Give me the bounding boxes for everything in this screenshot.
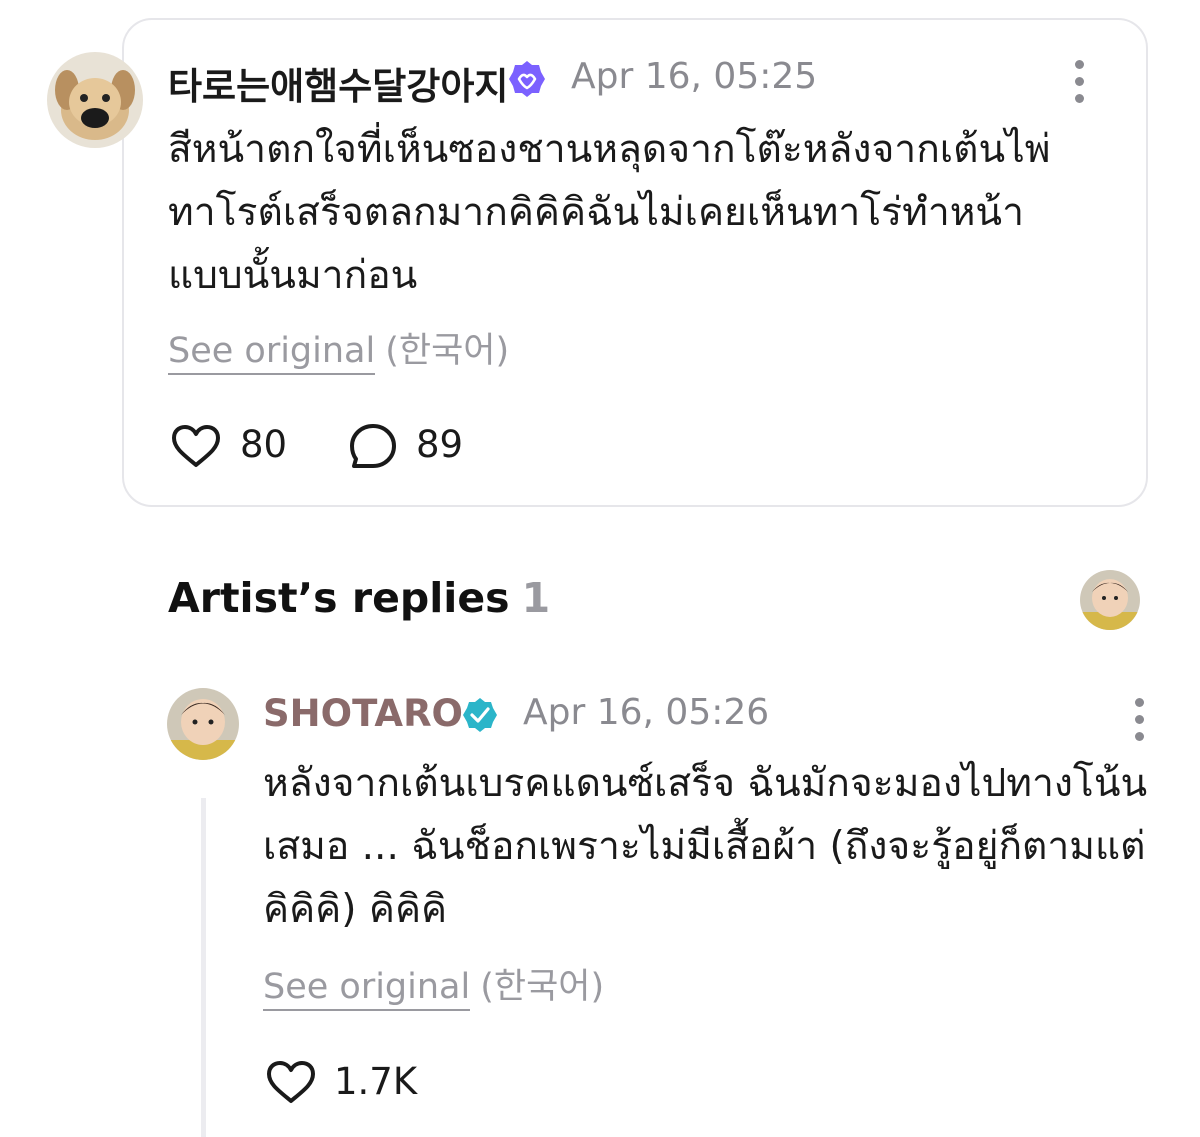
artist-reply-text: หลังจากเต้นเบรคแดนซ์เสร็จ ฉันมักจะมองไปท… (263, 761, 1148, 932)
like-count: 1.7K (334, 1060, 418, 1103)
fan-avatar[interactable] (47, 52, 143, 148)
artist-replies-heading: Artist’s replies 1 (168, 574, 550, 622)
original-language: (한국어) (480, 967, 605, 1007)
artist-author-name[interactable]: SHOTARO (263, 692, 463, 735)
artist-replies-count: 1 (521, 574, 551, 622)
comment-bubble-icon[interactable] (347, 421, 399, 473)
see-original-row: See original (한국어) (168, 322, 510, 375)
artist-replies-title: Artist’s replies (168, 574, 510, 622)
original-language: (한국어) (385, 331, 510, 371)
fan-author-name[interactable]: 타로는애햄수달강아지 (168, 56, 508, 110)
heart-icon[interactable] (170, 423, 222, 469)
see-original-link[interactable]: See original (263, 967, 471, 1011)
see-original-row: See original (한국어) (263, 958, 605, 1011)
more-options-icon[interactable] (1135, 698, 1145, 749)
verified-badge-icon (508, 60, 546, 98)
baby-avatar-image (167, 688, 239, 760)
fan-post-date: Apr 16, 05:25 (571, 56, 818, 97)
like-count: 80 (240, 423, 288, 466)
fan-post-text: สีหน้าตกใจที่เห็นซองชานหลุดจากโต๊ะหลังจา… (168, 127, 1051, 298)
artist-avatar-small[interactable] (1080, 570, 1140, 630)
see-original-link[interactable]: See original (168, 331, 376, 375)
verified-badge-icon (462, 697, 498, 733)
artist-avatar[interactable] (167, 688, 239, 760)
puppy-avatar-image (47, 52, 143, 148)
more-options-icon[interactable] (1075, 60, 1085, 111)
artist-reply-date: Apr 16, 05:26 (523, 692, 770, 733)
reply-thread-line (201, 798, 206, 1137)
baby-avatar-image (1080, 570, 1140, 630)
heart-icon[interactable] (265, 1059, 317, 1105)
comment-count: 89 (416, 423, 464, 466)
